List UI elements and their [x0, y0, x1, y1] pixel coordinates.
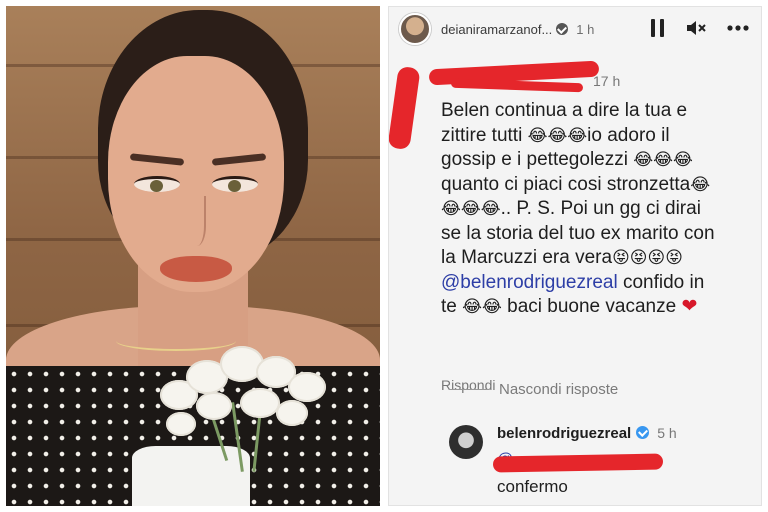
white-flower-bouquet — [156, 342, 346, 472]
right-eye — [212, 176, 258, 192]
comment-line: quanto ci piaci cosi stronzetta😂 — [441, 173, 711, 195]
laughing-emoji-icon: 😂 — [690, 174, 711, 195]
comment-line: @belenrodriguezreal confido in — [441, 271, 705, 293]
hide-replies-button[interactable]: Nascondi risposte — [449, 381, 618, 398]
comment-line: Belen continua a dire la tua e — [441, 100, 688, 121]
instagram-story: deianiramarzanof... 1 h 17 h Belen conti… — [388, 6, 762, 506]
comment-line: se la storia del tuo ex marito con — [441, 222, 715, 244]
comment-line: te 😂😂 baci buone vacanze ❤ — [441, 296, 698, 317]
reply-text: confermo — [497, 477, 568, 496]
redaction-scribble — [492, 453, 664, 473]
comment-line: zittire tutti 😂😂😂io adoro il — [441, 124, 670, 146]
verified-badge-icon — [636, 426, 650, 439]
laughing-emoji-icon: 😂😂😂 — [633, 150, 693, 170]
divider-line — [449, 389, 489, 390]
reply-time: 5 h — [657, 425, 677, 441]
comment-text: Belen continua a dire la tua e zittire t… — [441, 99, 759, 320]
story-avatar[interactable] — [399, 13, 431, 45]
story-time: 1 h — [576, 21, 595, 37]
comment-time: 17 h — [593, 73, 621, 89]
left-eye — [134, 176, 180, 192]
laughing-emoji-icon: 😂😂😂 — [441, 199, 501, 219]
hide-replies-label: Nascondi risposte — [499, 381, 619, 398]
pause-icon[interactable] — [651, 19, 665, 37]
face — [108, 56, 284, 292]
story-username[interactable]: deianiramarzanof... — [441, 22, 552, 37]
verified-badge-icon — [556, 23, 569, 35]
laughing-emoji-icon: 😂😂😂 — [527, 125, 588, 146]
laughing-emoji-icon: 😂😂 — [462, 297, 502, 317]
reply-username[interactable]: belenrodriguezreal 5 h — [497, 425, 677, 442]
comment-line: gossip e i pettegolezzi 😂😂😂 — [441, 149, 693, 170]
redaction-scribble — [450, 78, 584, 93]
more-options-icon[interactable] — [727, 25, 749, 31]
selfie-photo — [6, 6, 380, 506]
left-eyebrow — [129, 153, 185, 166]
comment-line: 😂😂😂.. P. S. Poi un gg ci dirai — [441, 198, 701, 219]
tongue-emoji-icon: 😝😝😝😝 — [612, 248, 683, 268]
right-eyebrow — [211, 153, 267, 166]
mute-icon[interactable] — [685, 19, 707, 37]
story-header: deianiramarzanof... 1 h — [389, 7, 761, 51]
comment-line: la Marcuzzi era vera😝😝😝😝 — [441, 247, 683, 268]
mention-link[interactable]: @belenrodriguezreal — [441, 272, 618, 293]
comment-meta: 17 h — [589, 73, 620, 89]
heart-icon: ❤ — [681, 296, 698, 317]
reply-avatar[interactable] — [449, 425, 483, 459]
nose — [184, 196, 206, 246]
redaction-scribble — [389, 65, 421, 151]
lips — [160, 256, 232, 282]
